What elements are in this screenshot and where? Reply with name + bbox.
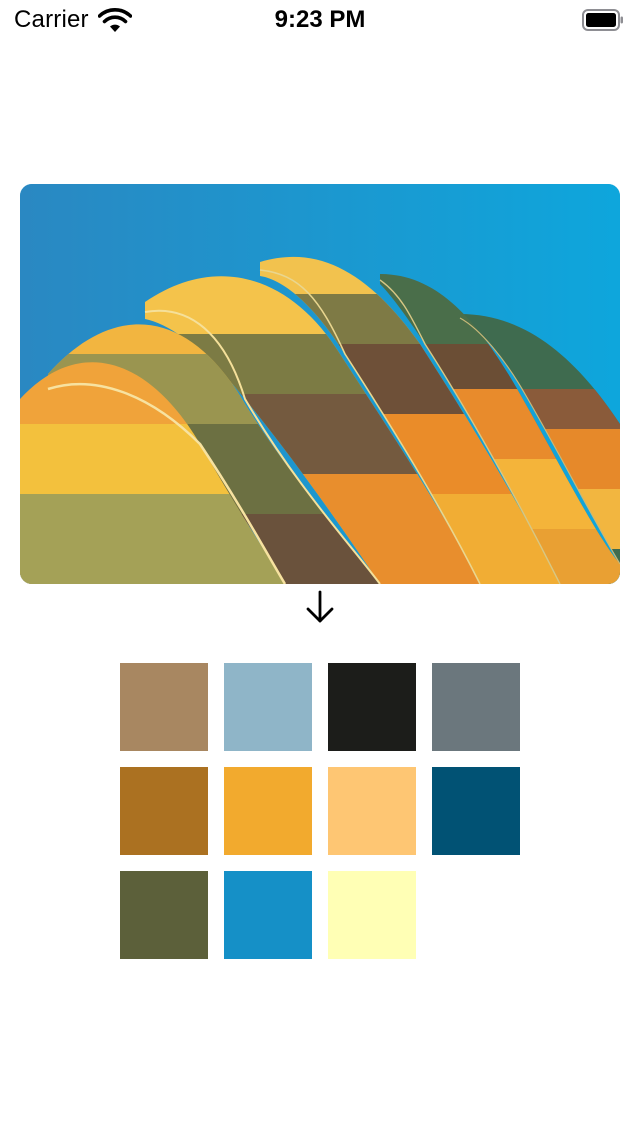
balloon-photo	[20, 184, 620, 584]
color-swatch	[224, 663, 312, 751]
arrow-down-icon	[306, 590, 334, 623]
screen: Carrier 9:23 PM	[0, 0, 640, 1136]
color-swatch	[224, 767, 312, 855]
color-swatch	[120, 767, 208, 855]
color-swatch	[120, 871, 208, 959]
clock: 9:23 PM	[274, 6, 366, 33]
status-bar: Carrier 9:23 PM	[0, 0, 640, 40]
color-swatch	[120, 663, 208, 751]
color-swatch	[328, 871, 416, 959]
color-swatch	[328, 767, 416, 855]
color-swatch	[224, 871, 312, 959]
battery-icon	[582, 9, 623, 31]
color-swatch	[432, 663, 520, 751]
color-swatch	[328, 663, 416, 751]
color-swatch	[432, 767, 520, 855]
